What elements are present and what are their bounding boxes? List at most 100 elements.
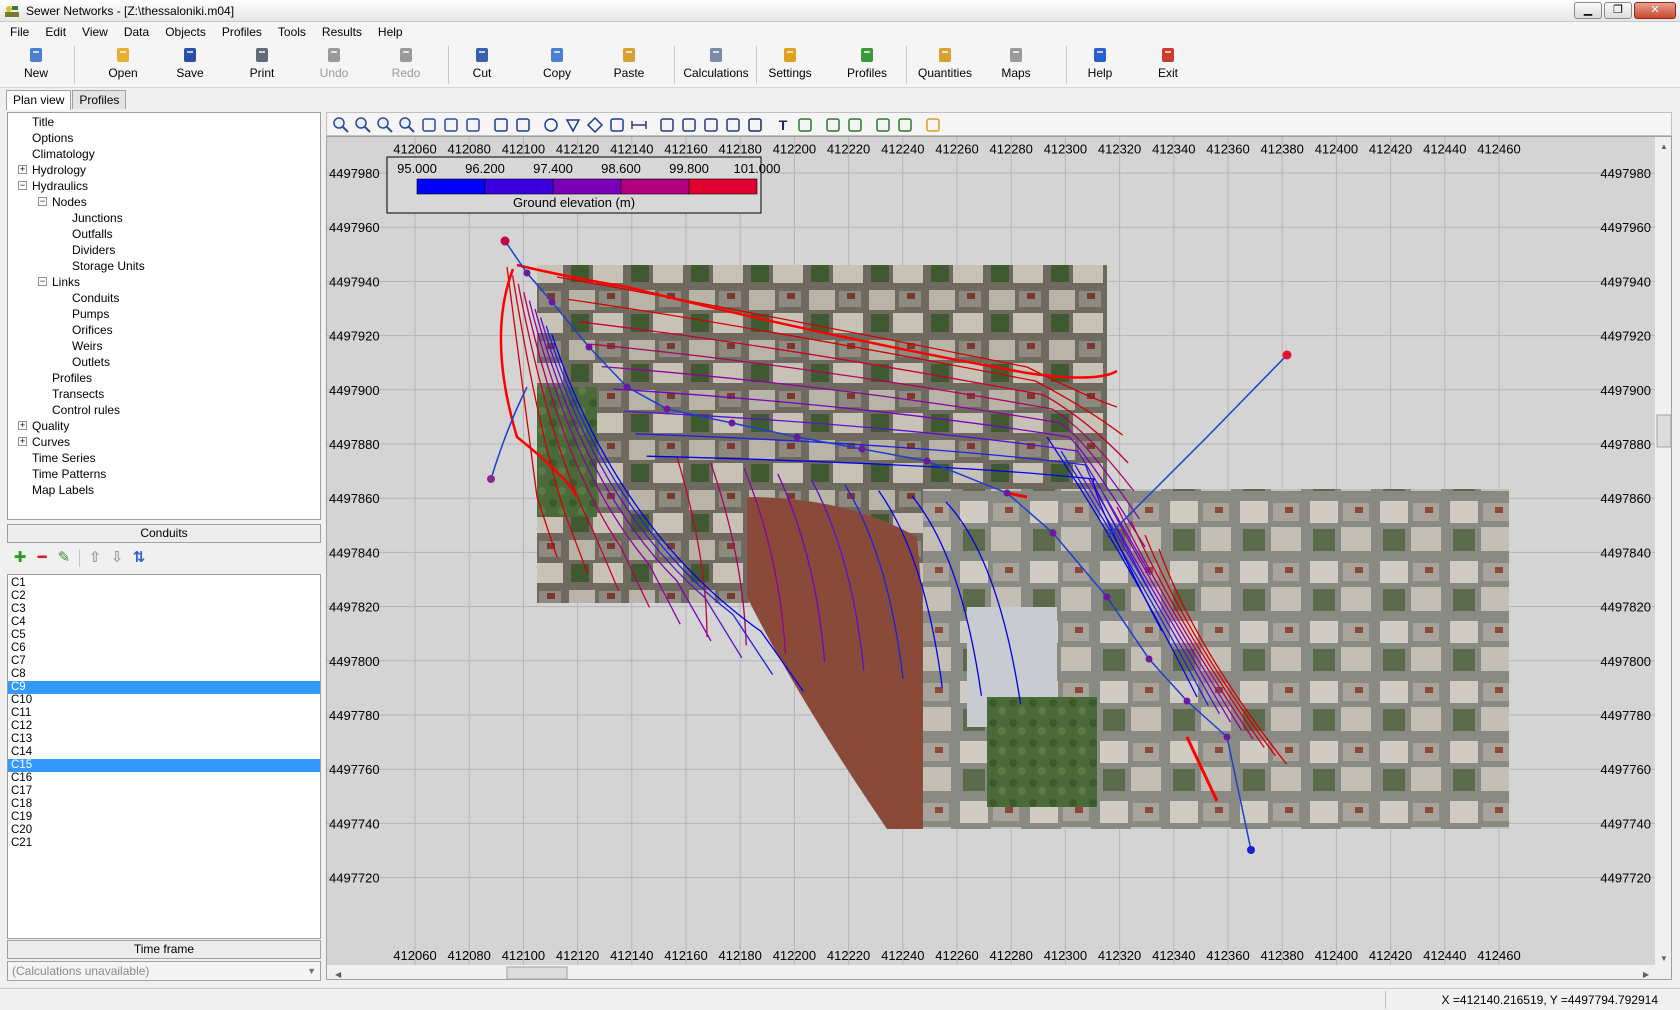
sort-icon[interactable]: ⇅ (130, 549, 148, 567)
menu-profiles[interactable]: Profiles (214, 22, 270, 42)
close-button[interactable]: ✕ (1634, 2, 1676, 19)
plan-view-map[interactable]: 412060 412080 412100 412120 412140 412160 4121… (326, 136, 1672, 980)
new-button[interactable]: New (16, 44, 56, 86)
list-item[interactable]: C7 (8, 655, 320, 668)
tree-item-conduits[interactable]: Conduits (72, 290, 119, 306)
tree-item-time-patterns[interactable]: Time Patterns (32, 466, 106, 482)
print-button[interactable]: Print (240, 44, 284, 86)
list-item[interactable]: C2 (8, 590, 320, 603)
tree-item-time-series[interactable]: Time Series (32, 450, 96, 466)
list-item[interactable]: C19 (8, 811, 320, 824)
menu-help[interactable]: Help (370, 22, 411, 42)
storage-node-icon[interactable] (607, 115, 627, 135)
list-item[interactable]: C4 (8, 616, 320, 629)
vertical-scrollbar[interactable] (1655, 137, 1672, 965)
copy-button[interactable]: Copy (532, 44, 582, 86)
expand-icon[interactable]: + (18, 421, 27, 430)
tree-item-orifices[interactable]: Orifices (72, 322, 113, 338)
scroll-down-icon[interactable]: ▼ (1660, 954, 1668, 963)
list-item[interactable]: C12 (8, 720, 320, 733)
collapse-icon[interactable]: − (38, 197, 47, 206)
settings-button[interactable]: Settings (760, 44, 820, 86)
collapse-icon[interactable]: − (38, 277, 47, 286)
conduit-link-icon[interactable] (629, 115, 649, 135)
add-icon[interactable]: ✚ (11, 549, 29, 567)
tree-item-hydrology[interactable]: + Hydrology (18, 162, 86, 178)
menu-tools[interactable]: Tools (270, 22, 314, 42)
orifice-link-icon[interactable] (679, 115, 699, 135)
diamond-node-icon[interactable] (585, 115, 605, 135)
node-add-icon[interactable] (845, 115, 865, 135)
vertex-add-icon[interactable] (795, 115, 815, 135)
tree-item-junctions[interactable]: Junctions (72, 210, 123, 226)
tree-item-dividers[interactable]: Dividers (72, 242, 115, 258)
expand-icon[interactable]: + (18, 165, 27, 174)
expand-icon[interactable]: + (18, 437, 27, 446)
save-button[interactable]: Save (168, 44, 212, 86)
tree-item-pumps[interactable]: Pumps (72, 306, 109, 322)
profiles-button[interactable]: Profiles (836, 44, 898, 86)
tab-profiles[interactable]: Profiles (72, 90, 127, 109)
circle-node-icon[interactable] (541, 115, 561, 135)
tree-item-outfalls[interactable]: Outfalls (72, 226, 113, 242)
move-down-icon[interactable]: ⇩ (108, 549, 126, 567)
horizontal-scroll-thumb[interactable] (506, 966, 568, 979)
list-item[interactable]: C18 (8, 798, 320, 811)
map-canvas[interactable]: 412060 412080 412100 412120 412140 412160 4121… (327, 137, 1672, 980)
tree-item-hydraulics[interactable]: − Hydraulics (18, 178, 88, 194)
text-label-icon[interactable]: T (773, 115, 793, 135)
menu-file[interactable]: File (2, 22, 37, 42)
node-delete-icon[interactable] (873, 115, 893, 135)
list-item[interactable]: C13 (8, 733, 320, 746)
list-item[interactable]: C16 (8, 772, 320, 785)
scroll-up-icon[interactable]: ▲ (1660, 142, 1668, 151)
menu-view[interactable]: View (74, 22, 116, 42)
minimize-button[interactable]: ▁ (1574, 2, 1602, 19)
help-button[interactable]: Help (1074, 44, 1126, 86)
zoom-window-icon[interactable] (397, 115, 417, 135)
tree-item-curves[interactable]: + Curves (18, 434, 70, 450)
weir-link-icon[interactable] (701, 115, 721, 135)
list-item[interactable]: C17 (8, 785, 320, 798)
list-item[interactable]: C11 (8, 707, 320, 720)
tree-item-storage-units[interactable]: Storage Units (72, 258, 145, 274)
paste-button[interactable]: Paste (604, 44, 654, 86)
maps-button[interactable]: Maps (992, 44, 1040, 86)
tab-plan-view[interactable]: Plan view (6, 90, 72, 110)
zoom-out-icon[interactable] (353, 115, 373, 135)
list-item[interactable]: C20 (8, 824, 320, 837)
outlet-link-icon[interactable] (723, 115, 743, 135)
restore-button[interactable]: ❐ (1604, 2, 1632, 19)
tree-item-nodes[interactable]: − Nodes (38, 194, 87, 210)
scroll-left-icon[interactable]: ◀ (335, 970, 342, 979)
undo-button[interactable]: Undo (312, 44, 356, 86)
menu-results[interactable]: Results (314, 22, 370, 42)
line-draw-icon[interactable] (745, 115, 765, 135)
remove-icon[interactable]: ━ (33, 549, 51, 567)
tree-item-outlets[interactable]: Outlets (72, 354, 110, 370)
time-frame-select[interactable]: (Calculations unavailable) ▼ (7, 961, 321, 981)
vertical-scroll-thumb[interactable] (1656, 414, 1671, 448)
list-item[interactable]: C9 (8, 681, 320, 694)
zoom-100-icon[interactable] (375, 115, 395, 135)
pump-link-icon[interactable] (657, 115, 677, 135)
redo-button[interactable]: Redo (384, 44, 428, 86)
menu-data[interactable]: Data (116, 22, 157, 42)
polygon-select-icon[interactable] (513, 115, 533, 135)
menu-edit[interactable]: Edit (37, 22, 74, 42)
zoom-extent-icon[interactable] (441, 115, 461, 135)
list-item[interactable]: C1 (8, 577, 320, 590)
properties-icon[interactable] (923, 115, 943, 135)
triangle-node-icon[interactable] (563, 115, 583, 135)
object-tree[interactable]: Title Options Climatology + Hydrology − Hydrau… (7, 112, 321, 520)
list-item[interactable]: C5 (8, 629, 320, 642)
tree-item-profiles[interactable]: Profiles (52, 370, 92, 386)
exit-button[interactable]: Exit (1144, 44, 1192, 86)
list-item[interactable]: C6 (8, 642, 320, 655)
zoom-in-icon[interactable] (331, 115, 351, 135)
list-item[interactable]: C14 (8, 746, 320, 759)
menu-objects[interactable]: Objects (157, 22, 214, 42)
edit-icon[interactable]: ✎ (55, 549, 73, 567)
collapse-icon[interactable]: − (18, 181, 27, 190)
node-move-icon[interactable] (895, 115, 915, 135)
